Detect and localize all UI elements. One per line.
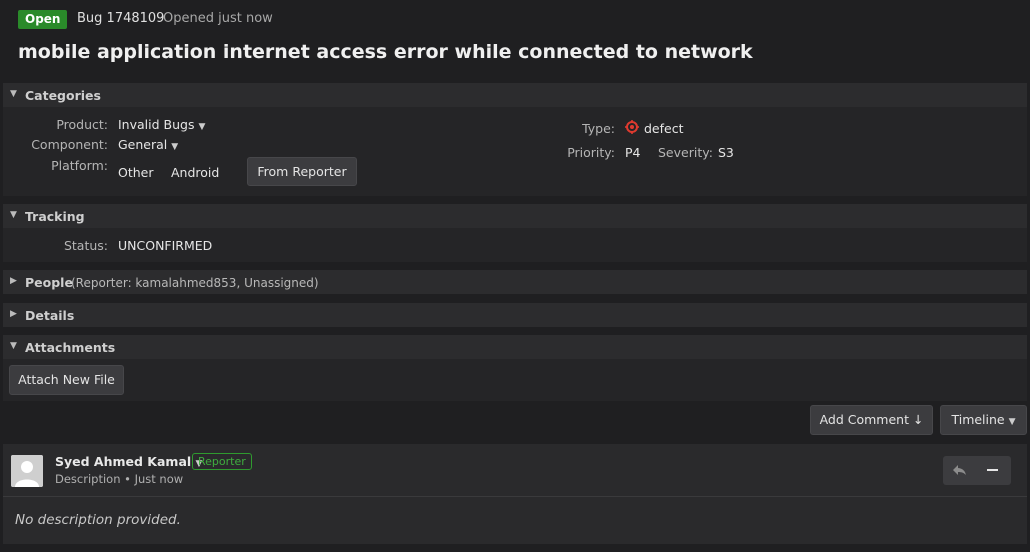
triangle-down-icon: ▼ [10,210,17,220]
severity-label: Severity: [658,145,713,160]
section-header-tracking[interactable]: ▼ Tracking [3,204,1027,228]
chevron-down-icon: ▼ [1008,417,1016,427]
section-body-attachments [3,359,1027,401]
comment-meta[interactable]: Description • Just now [55,472,183,486]
component-select[interactable]: General ▼ [118,137,178,152]
section-header-people[interactable]: ▶ People (Reporter: kamalahmed853, Unass… [3,270,1027,294]
section-header-details[interactable]: ▶ Details [3,303,1027,327]
page-title[interactable]: mobile application internet access error… [18,41,753,63]
avatar[interactable] [11,455,43,487]
comment-author[interactable]: Syed Ahmed Kamal ▼ [55,454,202,469]
collapse-icon[interactable] [987,469,998,471]
comment-body: No description provided. [15,512,181,528]
defect-icon [625,120,639,134]
author-name: Syed Ahmed Kamal [55,454,192,469]
status-label: Status: [63,238,108,253]
from-reporter-button[interactable]: From Reporter [247,157,357,186]
timeline-label: Timeline [951,412,1005,427]
section-title: Attachments [25,340,116,355]
comment-actions [943,456,1011,485]
bug-id[interactable]: Bug 1748109 [77,11,164,26]
triangle-down-icon: ▼ [10,341,17,351]
chevron-down-icon: ▼ [171,142,179,152]
platform-label: Platform: [51,158,108,173]
product-select[interactable]: Invalid Bugs ▼ [118,117,205,132]
component-value: General [118,137,168,152]
section-title: Tracking [25,209,85,224]
add-comment-button[interactable]: Add Comment ↓ [810,405,933,435]
component-label: Component: [31,137,108,152]
status-value: UNCONFIRMED [118,238,213,253]
people-summary: (Reporter: kamalahmed853, Unassigned) [71,276,319,290]
status-badge: Open [18,10,68,29]
severity-value: S3 [718,145,734,160]
triangle-down-icon: ▼ [10,89,17,99]
type-label: Type: [582,121,615,136]
section-title: Categories [25,88,101,103]
section-header-attachments[interactable]: ▼ Attachments [3,335,1027,359]
priority-label: Priority: [567,145,615,160]
product-value: Invalid Bugs [118,117,195,132]
product-label: Product: [56,117,108,132]
avatar-placeholder-icon [11,455,43,487]
type-value[interactable]: defect [644,121,684,136]
section-title: People [25,275,73,290]
attach-new-file-button[interactable]: Attach New File [9,365,124,395]
reply-icon[interactable] [951,462,969,478]
opened-time: Opened just now [163,11,273,26]
priority-value: P4 [625,145,641,160]
platform-os: Android [171,165,220,180]
timeline-button[interactable]: Timeline ▼ [940,405,1027,435]
triangle-right-icon: ▶ [10,276,17,286]
reporter-badge: Reporter [192,453,252,470]
comment-divider [3,496,1027,497]
section-header-categories[interactable]: ▼ Categories [3,83,1027,107]
triangle-right-icon: ▶ [10,309,17,319]
chevron-down-icon: ▼ [198,122,206,132]
section-title: Details [25,308,75,323]
platform-hardware: Other [118,165,154,180]
